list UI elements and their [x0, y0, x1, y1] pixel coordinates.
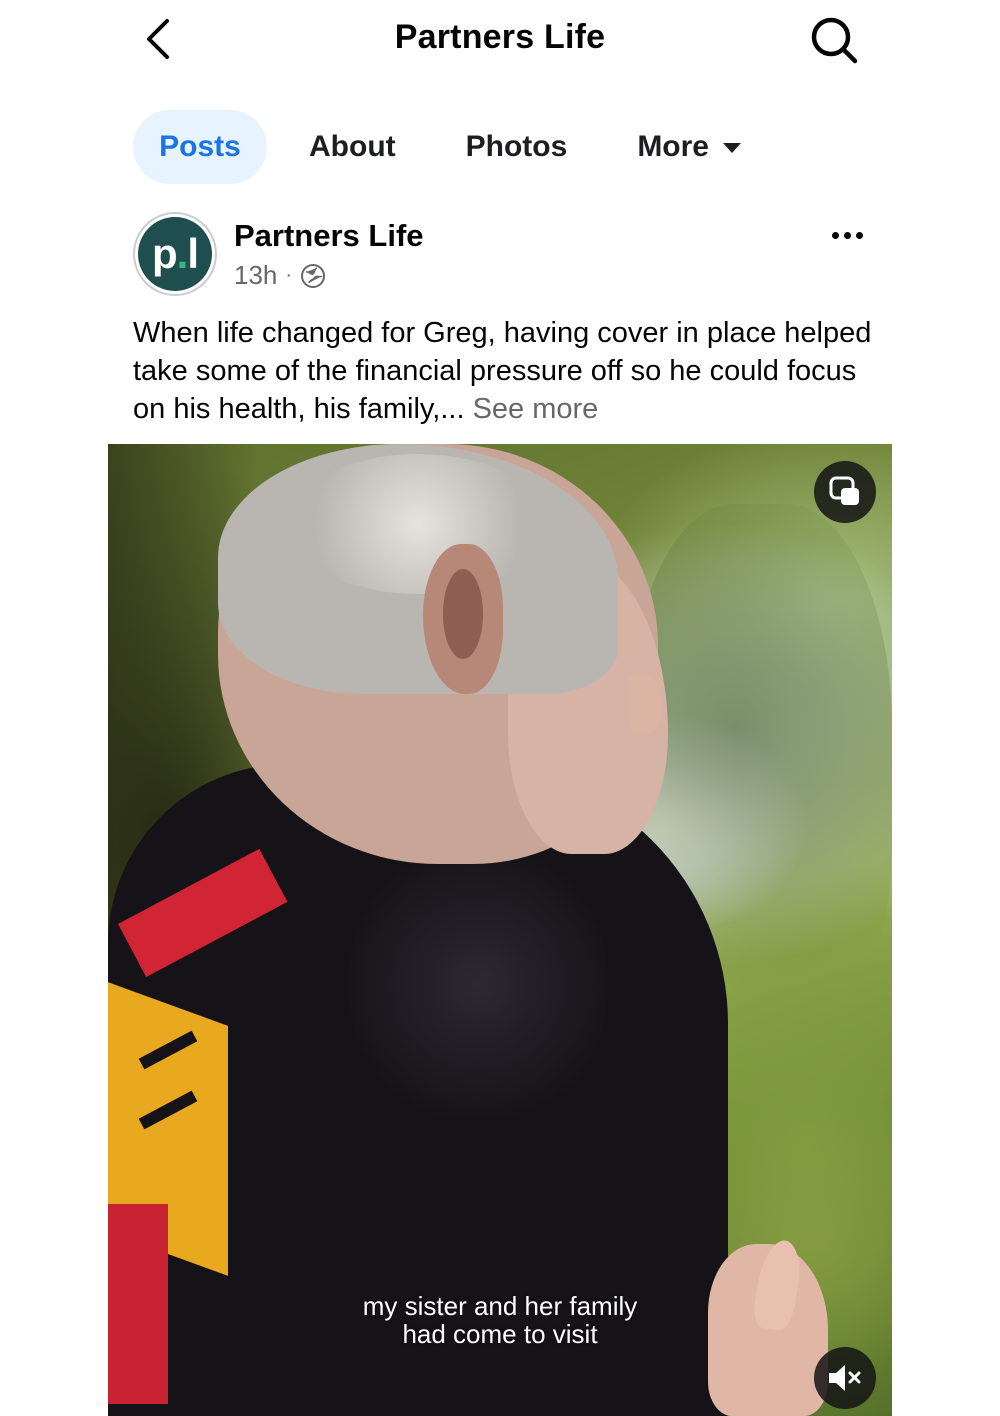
video-torso-highlight	[348, 834, 608, 1134]
post-options-button[interactable]	[827, 220, 867, 250]
tab-posts-label: Posts	[159, 130, 241, 163]
page-title: Partners Life	[394, 18, 606, 56]
see-more-link[interactable]: See more	[473, 393, 599, 425]
mute-button[interactable]	[814, 1347, 876, 1409]
subtitle-line: my sister and her family	[362, 1291, 638, 1321]
speaker-muted-icon	[829, 1365, 861, 1391]
tab-about[interactable]: About	[283, 110, 422, 184]
chevron-left-icon	[147, 19, 169, 59]
caret-down-icon	[723, 143, 741, 153]
more-dot	[843, 231, 851, 239]
tab-posts[interactable]: Posts	[133, 110, 267, 184]
tab-photos[interactable]: Photos	[440, 110, 594, 184]
tab-photos-label: Photos	[465, 130, 568, 163]
avatar-dot: .	[176, 230, 189, 277]
picture-in-picture-icon	[829, 476, 859, 505]
video-player[interactable]: my sister and her family had come to vis…	[108, 444, 892, 1416]
avatar-logo: p.l	[138, 217, 212, 291]
search-button[interactable]	[806, 14, 862, 66]
avatar-letter-p: p	[152, 230, 178, 277]
back-button[interactable]	[136, 16, 180, 62]
video-person-ear-inner	[443, 569, 483, 659]
video-hair-highlight	[288, 454, 548, 594]
search-icon	[811, 17, 858, 64]
tab-more[interactable]: More	[611, 110, 767, 184]
more-dot	[855, 231, 863, 239]
meta-separator: ·	[285, 264, 293, 286]
post-author[interactable]: Partners Life	[234, 218, 424, 254]
top-bar: Partners Life	[0, 0, 1000, 80]
post-caption: When life changed for Greg, having cover…	[133, 314, 873, 428]
tab-about-label: About	[309, 130, 396, 163]
profile-tabs: Posts About Photos More	[133, 110, 767, 184]
post-time[interactable]: 13h	[234, 260, 277, 291]
avatar-letter-l: l	[187, 230, 199, 277]
more-dot	[831, 231, 839, 239]
picture-in-picture-button[interactable]	[814, 461, 876, 523]
avatar[interactable]: p.l	[133, 212, 217, 296]
subtitle-line: had come to visit	[402, 1319, 598, 1349]
globe-icon	[301, 263, 326, 288]
video-subtitles: my sister and her family had come to vis…	[108, 1292, 892, 1348]
post-meta: 13h ·	[234, 260, 326, 291]
post-header: p.l Partners Life 13h ·	[133, 212, 867, 300]
tab-more-label: More	[637, 130, 709, 163]
